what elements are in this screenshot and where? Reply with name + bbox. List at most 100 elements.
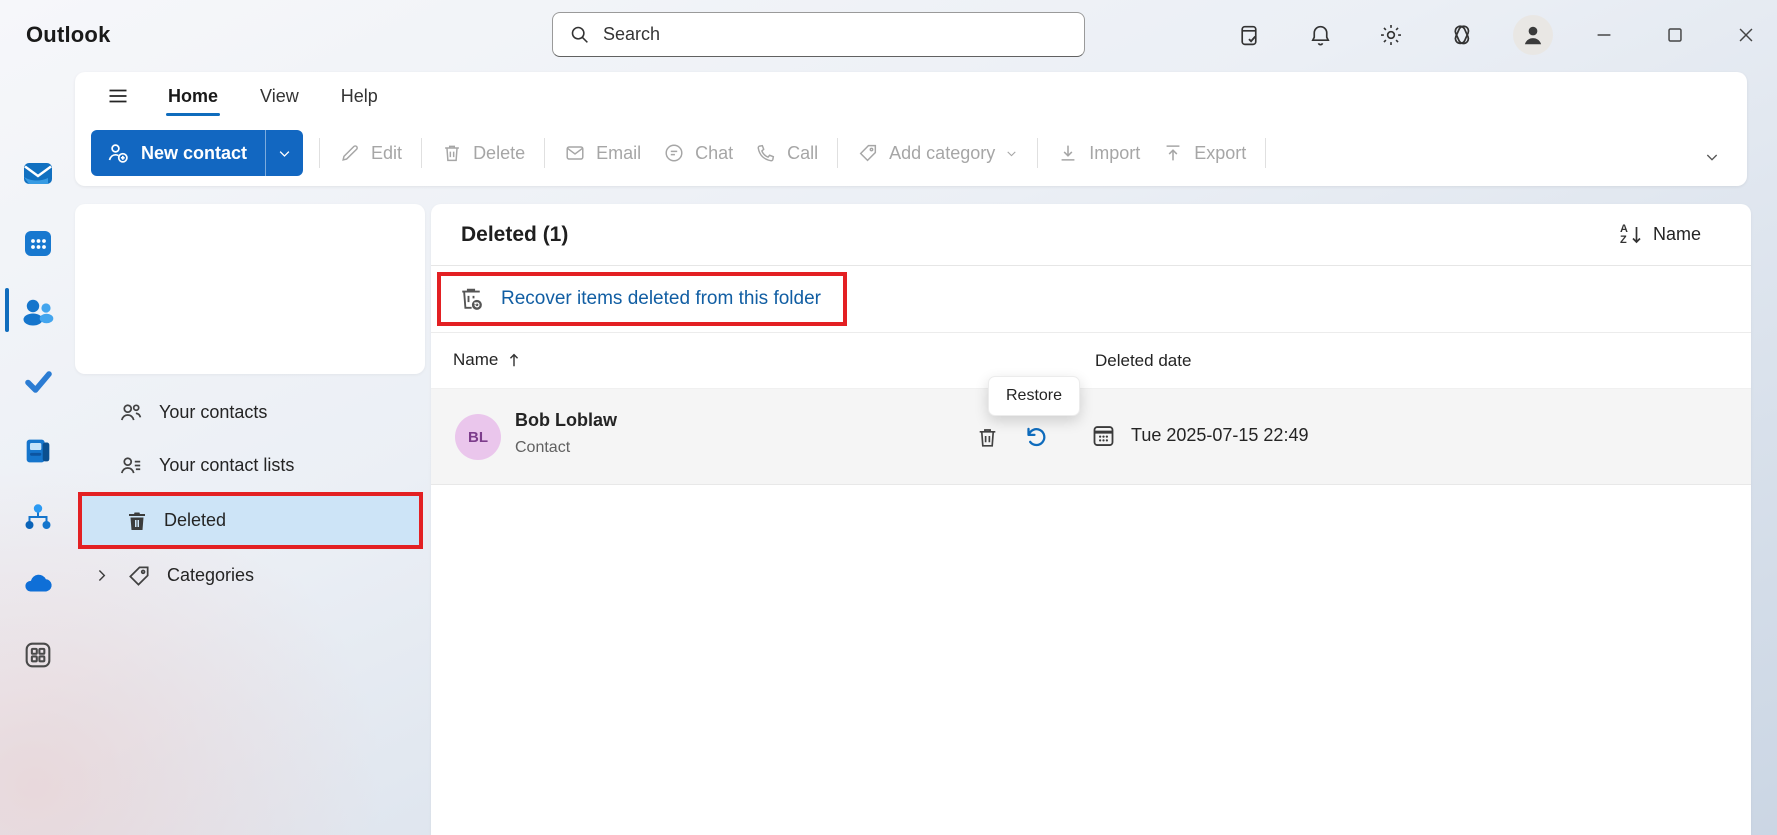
account-icon[interactable]: [1513, 15, 1553, 55]
ribbon-toolbar: New contact Edit Delete Email Chat Call …: [75, 120, 1747, 186]
pencil-icon: [339, 142, 361, 164]
maximize-button[interactable]: [1655, 15, 1695, 55]
settings-gear-icon[interactable]: [1371, 15, 1411, 55]
contact-type: Contact: [515, 439, 571, 456]
annotation-box-recover: Recover items deleted from this folder: [437, 272, 847, 326]
export-icon: [1162, 142, 1184, 164]
app-rail: [0, 70, 75, 835]
recover-items-link[interactable]: Recover items deleted from this folder: [501, 288, 821, 310]
phone-icon: [755, 142, 777, 164]
contact-name: Bob Loblaw: [515, 410, 617, 430]
collapse-ribbon-chevron-icon[interactable]: [1695, 142, 1729, 172]
calendar-app-icon[interactable]: [19, 224, 57, 262]
toolbar-separator: [421, 138, 423, 168]
tab-view[interactable]: View: [257, 72, 302, 120]
contact-lists-icon: [118, 453, 144, 479]
onedrive-app-icon[interactable]: [19, 565, 57, 603]
new-contact-label: New contact: [141, 142, 248, 163]
contacts-people-icon: [118, 400, 144, 426]
new-contact-button[interactable]: New contact: [91, 130, 304, 176]
toolbar-separator: [544, 138, 546, 168]
sort-control[interactable]: AZ Name: [1620, 223, 1701, 246]
toolbar-separator: [319, 138, 321, 168]
recover-row: Recover items deleted from this folder: [431, 266, 1751, 333]
list-header: Deleted (1) AZ Name: [431, 204, 1751, 266]
tag-icon: [857, 142, 879, 164]
sidebar-item-label: Categories: [167, 565, 255, 585]
chevron-down-icon: [1005, 147, 1018, 160]
sort-ascending-arrow-icon: [507, 352, 521, 368]
sidebar-item-deleted[interactable]: Deleted: [82, 496, 419, 545]
avatar: BL: [455, 414, 501, 460]
fax-app-icon[interactable]: [19, 432, 57, 470]
ribbon-tabs: Home View Help: [165, 72, 381, 120]
tab-help[interactable]: Help: [338, 72, 381, 120]
toolbar-separator: [1037, 138, 1039, 168]
toolbar-separator: [837, 138, 839, 168]
add-category-label: Add category: [889, 142, 996, 163]
export-label: Export: [1194, 142, 1247, 163]
restore-icon[interactable]: [1016, 418, 1054, 456]
hamburger-menu-icon[interactable]: [99, 77, 137, 115]
column-header-name[interactable]: Name: [453, 350, 521, 370]
trash-icon: [125, 509, 149, 533]
copilot-icon[interactable]: [1442, 15, 1482, 55]
tab-home[interactable]: Home: [165, 72, 221, 120]
chat-label: Chat: [695, 142, 734, 163]
edit-button[interactable]: Edit: [328, 134, 413, 172]
ribbon-tabs-row: Home View Help: [75, 72, 1747, 120]
ribbon: Home View Help New contact Edit Delete E…: [75, 72, 1747, 186]
rail-selection-indicator: [5, 288, 9, 332]
titlebar-actions: [1229, 0, 1766, 70]
sort-az-icon: AZ: [1620, 223, 1643, 246]
edit-label: Edit: [371, 142, 403, 163]
more-apps-icon[interactable]: [19, 636, 57, 674]
search-icon: [569, 24, 590, 45]
trash-icon: [441, 142, 463, 164]
import-button[interactable]: Import: [1046, 134, 1151, 172]
people-app-icon[interactable]: [19, 292, 57, 330]
envelope-icon: [564, 142, 586, 164]
call-button[interactable]: Call: [744, 134, 829, 172]
toolbar-separator: [1265, 138, 1267, 168]
page-title: Deleted (1): [461, 222, 569, 246]
tag-icon: [126, 563, 152, 589]
chat-button[interactable]: Chat: [652, 134, 744, 172]
sidebar-item-label: Your contacts: [159, 402, 268, 422]
search-input[interactable]: [603, 24, 1043, 45]
deleted-date-value: Tue 2025-07-15 22:49: [1131, 425, 1309, 445]
new-contact-dropdown-chevron[interactable]: [265, 130, 303, 176]
notifications-icon[interactable]: [1300, 15, 1340, 55]
titlebar: Outlook: [0, 0, 1777, 70]
mail-app-icon[interactable]: [19, 154, 57, 192]
chevron-right-icon[interactable]: [93, 567, 110, 584]
my-day-icon[interactable]: [1229, 15, 1269, 55]
todo-app-icon[interactable]: [19, 362, 57, 400]
sidebar-item-your-contact-lists[interactable]: Your contact lists: [75, 439, 425, 492]
column-header-deleted-date[interactable]: Deleted date: [1095, 351, 1191, 371]
contact-row[interactable]: BL Bob Loblaw Contact Tue 2025-07-15 22:…: [431, 389, 1751, 485]
export-button[interactable]: Export: [1151, 134, 1257, 172]
sidebar-item-label: Deleted: [164, 510, 227, 530]
delete-permanently-icon[interactable]: [968, 418, 1006, 456]
app-title: Outlook: [26, 22, 111, 47]
recover-deleted-icon: [456, 284, 486, 314]
column-headers: Name Deleted date: [431, 333, 1751, 389]
import-label: Import: [1089, 142, 1141, 163]
person-add-icon: [106, 141, 130, 165]
search-box[interactable]: [552, 12, 1085, 57]
sidebar-item-your-contacts[interactable]: Your contacts: [75, 386, 425, 439]
delete-label: Delete: [473, 142, 526, 163]
sidebar-top-panel: [75, 204, 425, 374]
email-button[interactable]: Email: [553, 134, 652, 172]
annotation-box-deleted: Deleted: [78, 492, 423, 549]
delete-button[interactable]: Delete: [430, 134, 536, 172]
sidebar-item-categories[interactable]: Categories: [75, 549, 425, 602]
org-explorer-app-icon[interactable]: [19, 499, 57, 537]
sidebar-folder-list: Your contacts Your contact lists Deleted…: [75, 386, 425, 602]
calendar-date-icon: [1090, 422, 1117, 449]
minimize-button[interactable]: [1584, 15, 1624, 55]
call-label: Call: [787, 142, 819, 163]
close-button[interactable]: [1726, 15, 1766, 55]
add-category-button[interactable]: Add category: [846, 134, 1029, 172]
